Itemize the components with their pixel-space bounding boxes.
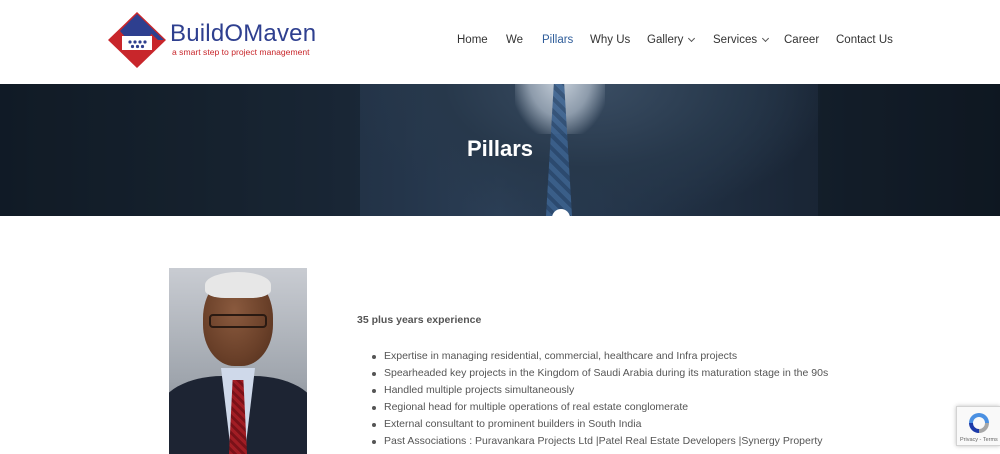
nav-contact-us[interactable]: Contact Us [836,34,893,46]
photo-hair [205,272,271,298]
nav-gallery[interactable]: Gallery [647,34,696,46]
nav-career[interactable]: Career [784,34,819,46]
experience-heading: 35 plus years experience [357,314,482,326]
nav-why-us[interactable]: Why Us [590,34,630,46]
recaptcha-icon [969,413,989,433]
list-item: Expertise in managing residential, comme… [357,348,837,365]
profile-details: 35 plus years experience Expertise in ma… [357,314,837,447]
chevron-down-icon [688,34,696,43]
nav-gallery-label: Gallery [647,34,684,46]
recaptcha-badge[interactable]: Privacy - Terms [956,406,1000,446]
site-header: BuildOMaven a smart step to project mana… [0,0,1000,84]
chevron-down-icon [762,34,770,43]
main-nav: Home We Pillars Why Us Gallery Services … [0,34,1000,50]
list-item: Past Associations : Puravankara Projects… [357,433,837,450]
nav-pillars[interactable]: Pillars [542,34,573,46]
profile-photo [169,268,307,454]
list-item: Spearheaded key projects in the Kingdom … [357,365,837,382]
list-item: Handled multiple projects simultaneously [357,382,837,399]
page-title: Pillars [466,136,534,161]
nav-we[interactable]: We [506,34,523,46]
page-banner: Pillars [0,84,1000,216]
recaptcha-links[interactable]: Privacy - Terms [960,437,998,443]
nav-home[interactable]: Home [457,34,488,46]
photo-glasses [209,314,267,328]
nav-services-label: Services [713,34,758,46]
list-item: External consultant to prominent builder… [357,416,837,433]
nav-services[interactable]: Services [713,34,770,46]
list-item: Regional head for multiple operations of… [357,399,837,416]
profile-points-list: Expertise in managing residential, comme… [357,348,837,449]
